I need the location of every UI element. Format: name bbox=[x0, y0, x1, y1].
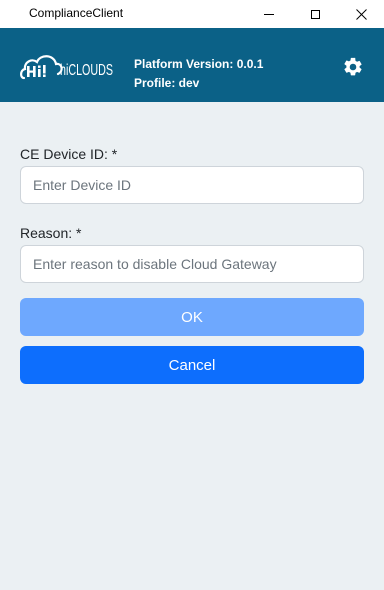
platform-info: Platform Version: 0.0.1 Profile: dev bbox=[134, 55, 263, 93]
close-icon bbox=[355, 8, 367, 20]
cancel-button[interactable]: Cancel bbox=[20, 346, 364, 384]
hiclouds-logo: hiCLOUDS bbox=[20, 55, 113, 80]
profile-label: Profile: dev bbox=[134, 76, 200, 90]
title-bar: ComplianceClient bbox=[0, 0, 384, 28]
reason-input[interactable] bbox=[20, 245, 364, 283]
device-id-label: CE Device ID: * bbox=[20, 146, 118, 162]
minimize-button[interactable] bbox=[246, 0, 292, 28]
reason-label: Reason: * bbox=[20, 225, 82, 241]
app-header: hiCLOUDS Platform Version: 0.0.1 Profile… bbox=[0, 28, 384, 102]
platform-version: Platform Version: 0.0.1 bbox=[134, 57, 264, 71]
maximize-icon bbox=[310, 9, 320, 19]
gear-icon[interactable] bbox=[342, 56, 364, 78]
window-title: ComplianceClient bbox=[29, 6, 124, 20]
ok-button[interactable]: OK bbox=[20, 298, 364, 336]
app-window: ComplianceClient hiCLOUDS Platform Versi… bbox=[0, 0, 384, 590]
logo-wordmark: hiCLOUDS bbox=[60, 62, 113, 79]
device-id-input[interactable] bbox=[20, 166, 364, 204]
maximize-button[interactable] bbox=[292, 0, 338, 28]
minimize-icon bbox=[264, 13, 274, 15]
close-button[interactable] bbox=[338, 0, 384, 28]
